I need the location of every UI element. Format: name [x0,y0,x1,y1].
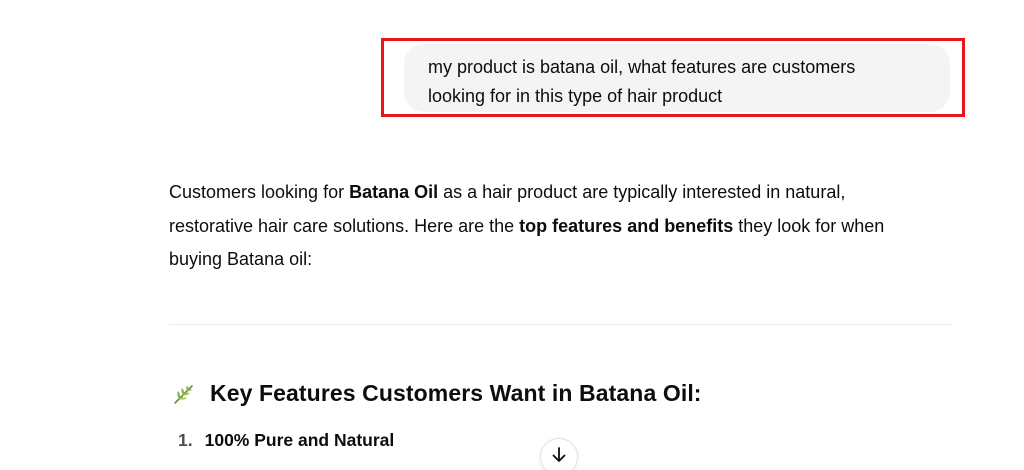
chat-page: my product is batana oil, what features … [0,0,1024,470]
list-item: 1. 100% Pure and Natural [178,430,394,451]
intro-text: buying Batana oil: [169,249,313,269]
section-divider [169,324,952,325]
user-message-bubble: my product is batana oil, what features … [404,44,950,112]
intro-text: Customers looking for [169,182,350,202]
arrow-down-icon [550,446,568,469]
intro-text: restorative hair care solutions. Here ar… [169,215,520,236]
intro-bold-product: Batana Oil [349,182,439,202]
herb-icon [172,382,196,406]
section-heading-text: Key Features Customers Want in Batana Oi… [210,380,702,406]
assistant-message: Customers looking for Batana Oil as a ha… [169,176,959,277]
assistant-intro-paragraph: Customers looking for Batana Oil as a ha… [169,176,959,277]
intro-line: buying Batana oil: [169,243,959,277]
intro-text: they look for when [733,215,885,236]
scroll-down-button[interactable] [540,438,578,470]
intro-line: Customers looking for Batana Oil as a ha… [169,176,959,210]
intro-text: as a hair product are typically interest… [438,182,846,202]
user-message-line: my product is batana oil, what features … [428,57,856,77]
list-item-label: 100% Pure and Natural [204,430,395,450]
user-message-line: looking for in this type of hair product [428,86,723,106]
list-item-number: 1. [178,430,193,450]
intro-line: restorative hair care solutions. Here ar… [169,210,959,244]
intro-bold-features: top features and benefits [519,215,734,236]
section-heading: Key Features Customers Want in Batana Oi… [172,380,702,407]
